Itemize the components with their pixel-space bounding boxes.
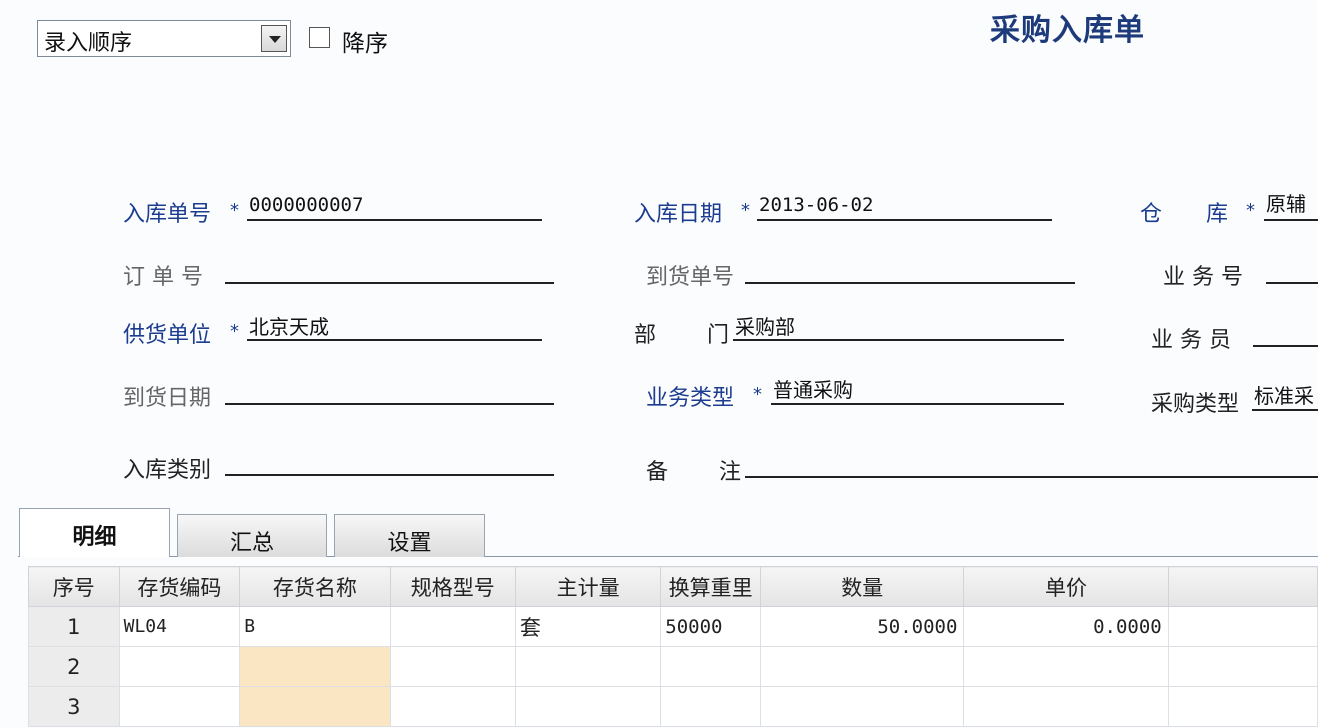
business-type-value: 普通采购: [773, 378, 853, 402]
remarks-label: 备: [646, 460, 669, 485]
descending-checkbox[interactable]: [309, 27, 330, 48]
cell-extra[interactable]: [1167, 606, 1318, 647]
purchase-type-field[interactable]: [1252, 409, 1318, 411]
col-header-unit[interactable]: 主计量: [514, 566, 662, 607]
receipt-category-field[interactable]: [225, 474, 554, 476]
table-row[interactable]: 3: [28, 686, 1318, 727]
cell-name[interactable]: [239, 646, 391, 687]
cell-quantity[interactable]: [760, 646, 965, 687]
cell-price[interactable]: 0.0000: [963, 606, 1169, 647]
business-type-field[interactable]: [771, 403, 1064, 405]
arrival-no-field[interactable]: [745, 282, 1075, 284]
salesperson-label: 业 务 员: [1151, 328, 1231, 353]
cell-quantity[interactable]: [760, 686, 965, 727]
required-mark: *: [230, 321, 239, 342]
salesperson-field[interactable]: [1253, 345, 1318, 347]
cell-unit[interactable]: [514, 686, 662, 727]
cell-conversion[interactable]: [660, 686, 762, 727]
cell-spec[interactable]: [389, 606, 516, 647]
sort-order-select[interactable]: 录入顺序: [37, 20, 291, 57]
cell-name[interactable]: B: [239, 606, 391, 647]
warehouse-value: 原辅: [1266, 192, 1306, 216]
tab-settings[interactable]: 设置: [334, 514, 485, 557]
arrival-date-label: 到货日期: [123, 386, 212, 411]
required-mark: *: [753, 384, 762, 405]
cell-price[interactable]: [963, 686, 1169, 727]
row-index: 1: [28, 606, 120, 647]
receipt-no-field[interactable]: [247, 219, 542, 221]
col-header-quantity[interactable]: 数量: [760, 566, 965, 607]
supplier-label: 供货单位: [123, 323, 212, 348]
required-mark: *: [1246, 200, 1255, 221]
arrival-date-field[interactable]: [225, 403, 554, 405]
cell-conversion[interactable]: 50000: [660, 606, 762, 647]
row-index: 2: [28, 646, 120, 687]
col-header-seq[interactable]: 序号: [28, 566, 120, 607]
business-no-field[interactable]: [1266, 282, 1318, 284]
tab-detail[interactable]: 明细: [19, 508, 170, 557]
chevron-down-icon[interactable]: [261, 25, 287, 52]
col-header-name[interactable]: 存货名称: [239, 566, 391, 607]
col-header-spec[interactable]: 规格型号: [389, 566, 516, 607]
receipt-no-value: 0000000007: [249, 194, 364, 216]
receipt-date-field[interactable]: [757, 219, 1052, 221]
cell-conversion[interactable]: [660, 646, 762, 687]
cell-code[interactable]: WL04: [118, 606, 241, 647]
tab-summary[interactable]: 汇总: [177, 514, 327, 557]
business-type-label: 业务类型: [646, 386, 735, 411]
purchase-type-value: 标准采: [1254, 384, 1314, 408]
receipt-no-label: 入库单号: [123, 202, 212, 227]
supplier-field[interactable]: [247, 339, 542, 341]
warehouse-label: 仓 库: [1140, 202, 1229, 227]
detail-grid: 序号 存货编码 存货名称 规格型号 主计量 换算重里 数量 单价 1 WL04 …: [28, 566, 1318, 727]
col-header-conversion[interactable]: 换算重里: [660, 566, 762, 607]
warehouse-field[interactable]: [1264, 219, 1318, 221]
row-index: 3: [28, 686, 120, 727]
table-row[interactable]: 2: [28, 646, 1318, 687]
col-header-extra[interactable]: [1167, 566, 1318, 607]
cell-quantity[interactable]: 50.0000: [760, 606, 965, 647]
order-no-field[interactable]: [225, 282, 554, 284]
cell-spec[interactable]: [389, 646, 516, 687]
descending-label: 降序: [342, 31, 388, 57]
col-header-price[interactable]: 单价: [963, 566, 1169, 607]
department-value: 采购部: [735, 315, 795, 339]
col-header-code[interactable]: 存货编码: [118, 566, 241, 607]
grid-header-row: 序号 存货编码 存货名称 规格型号 主计量 换算重里 数量 单价: [28, 566, 1318, 607]
remarks-field[interactable]: [745, 476, 1318, 478]
cell-unit[interactable]: 套: [514, 606, 662, 647]
sort-order-value: 录入顺序: [44, 31, 133, 56]
cell-extra[interactable]: [1167, 646, 1318, 687]
cell-unit[interactable]: [514, 646, 662, 687]
cell-name[interactable]: [239, 686, 391, 727]
supplier-value: 北京天成: [249, 315, 329, 339]
department-label: 部: [634, 323, 657, 348]
cell-price[interactable]: [963, 646, 1169, 687]
cell-extra[interactable]: [1167, 686, 1318, 727]
remarks-label-2: 注: [719, 460, 742, 485]
required-mark: *: [741, 200, 750, 221]
business-no-label: 业 务 号: [1163, 265, 1243, 290]
table-row[interactable]: 1 WL04 B 套 50000 50.0000 0.0000: [28, 606, 1318, 647]
receipt-date-label: 入库日期: [634, 202, 723, 227]
department-field[interactable]: [733, 339, 1064, 341]
required-mark: *: [230, 200, 239, 221]
page-title: 采购入库单: [990, 13, 1145, 48]
receipt-date-value: 2013-06-02: [759, 194, 874, 216]
order-no-label: 订 单 号: [123, 265, 203, 290]
arrival-no-label: 到货单号: [646, 265, 735, 290]
receipt-category-label: 入库类别: [123, 458, 212, 483]
cell-code[interactable]: [118, 646, 241, 687]
cell-code[interactable]: [118, 686, 241, 727]
department-label-2: 门: [707, 323, 730, 348]
cell-spec[interactable]: [389, 686, 516, 727]
purchase-type-label: 采购类型: [1151, 392, 1240, 417]
